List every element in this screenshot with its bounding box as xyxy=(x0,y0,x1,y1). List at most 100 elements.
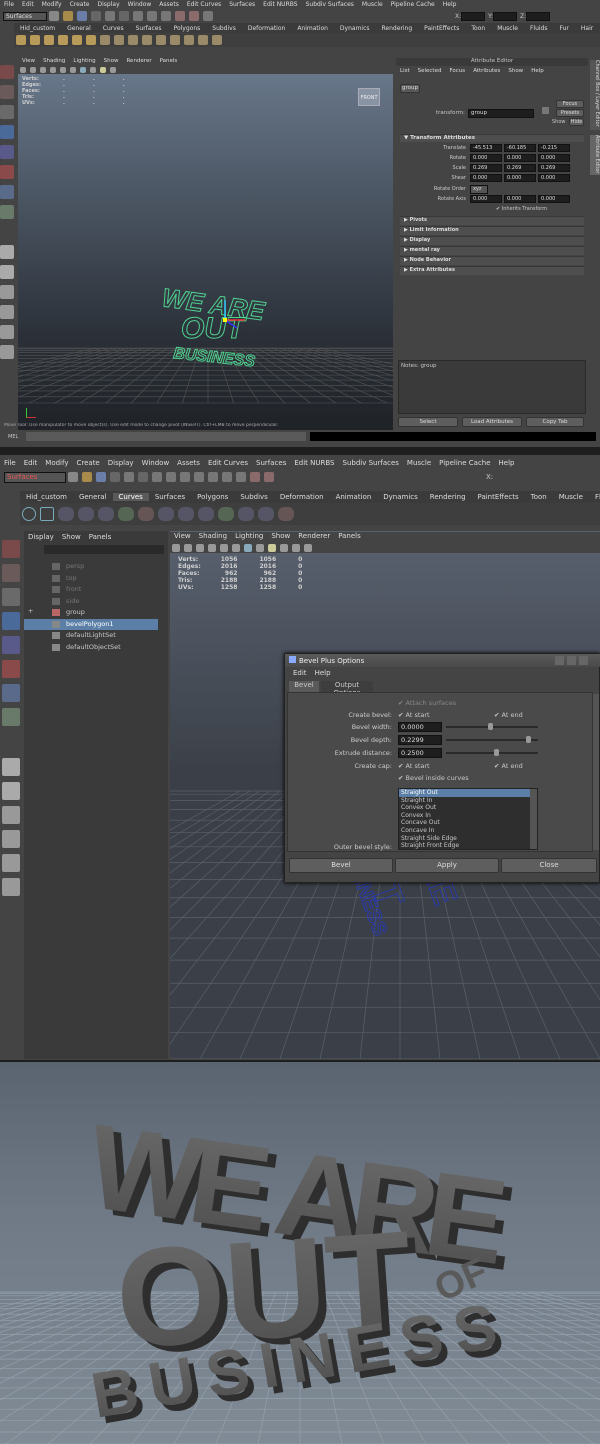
shelf-tab-hair[interactable]: Hair xyxy=(575,25,599,32)
style-option-convex-out[interactable]: Convex Out xyxy=(399,804,537,812)
cap-at-end-checkbox[interactable]: ✔ At end xyxy=(494,762,523,770)
menu-subdiv-surfaces[interactable]: Subdiv Surfaces xyxy=(339,459,403,467)
shelf-tab-deformation[interactable]: Deformation xyxy=(274,493,330,501)
bevel-at-start-checkbox[interactable]: ✔ At start xyxy=(398,711,430,719)
menu-subdiv-surfaces[interactable]: Subdiv Surfaces xyxy=(302,1,358,8)
menu-assets[interactable]: Assets xyxy=(173,459,204,467)
shelf-tab-fluids[interactable]: Fluids xyxy=(589,493,600,501)
menu-create[interactable]: Create xyxy=(72,459,103,467)
rotate-axis-field-z[interactable]: 0.000 xyxy=(538,195,570,203)
menu-help[interactable]: Help xyxy=(439,1,461,8)
focus-button[interactable]: Focus xyxy=(556,100,584,108)
scale-tool-icon[interactable] xyxy=(0,165,14,179)
layout-hypershade-icon[interactable] xyxy=(2,878,20,896)
layout-single-icon[interactable] xyxy=(2,758,20,776)
snap-point-icon[interactable] xyxy=(222,472,232,482)
extrude-distance-field[interactable]: 0.2500 xyxy=(398,748,442,758)
bevel-at-end-checkbox[interactable]: ✔ At end xyxy=(494,711,523,719)
construction-history-icon[interactable] xyxy=(236,472,246,482)
scale-field-y[interactable]: 0.269 xyxy=(504,164,536,172)
bevel-depth-slider[interactable] xyxy=(446,739,538,741)
move-tool-icon[interactable] xyxy=(0,125,14,139)
outliner-item-side[interactable]: side xyxy=(24,596,158,608)
shelf-tab-hid-custom[interactable]: Hid_custom xyxy=(14,25,61,32)
shelf-tab-general[interactable]: General xyxy=(61,25,97,32)
shelf-tab-subdivs[interactable]: Subdivs xyxy=(206,25,242,32)
transform-name-field[interactable]: group xyxy=(468,109,534,118)
save-scene-icon[interactable] xyxy=(77,11,87,21)
inherits-transform-checkbox[interactable]: ✔ Inherits Transform xyxy=(496,206,547,212)
layout-single-icon[interactable] xyxy=(0,245,14,259)
shelf-tab-toon[interactable]: Toon xyxy=(525,493,553,501)
bevel-depth-thumb[interactable] xyxy=(526,736,531,743)
outliner-item-bevelpolygon1[interactable]: bevelPolygon1 xyxy=(24,618,158,630)
menu-edit-curves[interactable]: Edit Curves xyxy=(183,1,225,8)
bevel-button[interactable]: Bevel xyxy=(289,858,393,873)
outliner-item-defaultobjectset[interactable]: defaultObjectSet xyxy=(24,642,158,654)
mode-selector[interactable]: Surfaces xyxy=(3,11,47,21)
nurbs-torus-icon[interactable] xyxy=(86,35,96,45)
cap-at-start-checkbox[interactable]: ✔ At start xyxy=(398,762,430,770)
copy-tab-button[interactable]: Copy Tab xyxy=(526,417,584,427)
layout-graph-icon[interactable] xyxy=(2,854,20,872)
panel-menu-show[interactable]: Show xyxy=(58,533,85,543)
select-object-icon[interactable] xyxy=(105,11,115,21)
layout-two-icon[interactable] xyxy=(0,285,14,299)
shelf-tab-rendering[interactable]: Rendering xyxy=(376,25,419,32)
square-curve-icon[interactable] xyxy=(40,507,54,521)
snap-curve-icon[interactable] xyxy=(147,11,157,21)
viewport-2[interactable]: View Shading Lighting Show Renderer Panels Ve… xyxy=(170,531,600,1059)
dialog-tab-output[interactable]: Output Options xyxy=(321,681,373,697)
extend-curve-icon[interactable] xyxy=(278,507,294,521)
bevel-width-thumb[interactable] xyxy=(488,723,493,730)
dialog-scrollbar[interactable] xyxy=(593,694,599,850)
snap-grid-icon[interactable] xyxy=(194,472,204,482)
cut-curve-icon[interactable] xyxy=(258,507,274,521)
shelf-tab-rendering[interactable]: Rendering xyxy=(424,493,472,501)
outliner-item-defaultlightset[interactable]: defaultLightSet xyxy=(24,630,158,642)
menu-muscle[interactable]: Muscle xyxy=(403,459,435,467)
side-tab-attribute-editor[interactable]: Attribute Editor xyxy=(590,135,600,175)
select-tool-icon[interactable] xyxy=(0,65,14,79)
snap-point-icon[interactable] xyxy=(161,11,171,21)
shear-field-x[interactable]: 0.000 xyxy=(470,174,502,182)
viewport-1[interactable]: View Shading Lighting Show Renderer Panels Ve… xyxy=(18,58,393,430)
manipulator-icon[interactable] xyxy=(2,684,20,702)
panel-menu-edit[interactable]: Edit xyxy=(289,669,311,679)
menu-pipeline-cache[interactable]: Pipeline Cache xyxy=(387,1,439,8)
presets-button[interactable]: Presets xyxy=(556,109,584,117)
paint-select-icon[interactable] xyxy=(2,588,20,606)
panel-menu-help[interactable]: Help xyxy=(527,68,548,76)
nurbs-sphere-icon[interactable] xyxy=(16,35,26,45)
boundary-icon[interactable] xyxy=(170,35,180,45)
expand-icon[interactable]: + xyxy=(28,607,33,615)
layout-outliner-icon[interactable] xyxy=(0,305,14,319)
nurbs-cone-icon[interactable] xyxy=(58,35,68,45)
node-tab-group[interactable]: group xyxy=(400,84,420,93)
save-scene-icon[interactable] xyxy=(96,472,106,482)
planar-icon[interactable] xyxy=(128,35,138,45)
ipr-render-icon[interactable] xyxy=(189,11,199,21)
shelf-tab-subdivs[interactable]: Subdivs xyxy=(234,493,274,501)
shelf-tab-surfaces[interactable]: Surfaces xyxy=(130,25,168,32)
rotate-axis-field-y[interactable]: 0.000 xyxy=(504,195,536,203)
coord-z-field[interactable] xyxy=(526,11,551,21)
apply-button[interactable]: Apply xyxy=(395,858,499,873)
section-node-behavior[interactable]: ▶ Node Behavior xyxy=(400,256,584,265)
select-hierarchy-icon[interactable] xyxy=(110,472,120,482)
shear-field-z[interactable]: 0.000 xyxy=(538,174,570,182)
style-option-concave-out[interactable]: Concave Out xyxy=(399,819,537,827)
attach-curve-icon[interactable] xyxy=(218,507,234,521)
cv-curve-icon[interactable] xyxy=(58,507,74,521)
style-option-straight-out[interactable]: Straight Out xyxy=(399,789,537,797)
lasso-tool-icon[interactable] xyxy=(0,85,14,99)
bevel-inside-curves-checkbox[interactable]: ✔ Bevel inside curves xyxy=(398,774,469,782)
select-hierarchy-icon[interactable] xyxy=(91,11,101,21)
layout-graph-icon[interactable] xyxy=(0,325,14,339)
manipulator-icon[interactable] xyxy=(0,185,14,199)
dialog-close-icon[interactable] xyxy=(579,656,588,665)
scale-field-z[interactable]: 0.269 xyxy=(538,164,570,172)
layout-two-icon[interactable] xyxy=(2,806,20,824)
offset-curve-icon[interactable] xyxy=(178,507,194,521)
side-tab-channel-box[interactable]: Channel Box / Layer Editor xyxy=(590,60,600,130)
